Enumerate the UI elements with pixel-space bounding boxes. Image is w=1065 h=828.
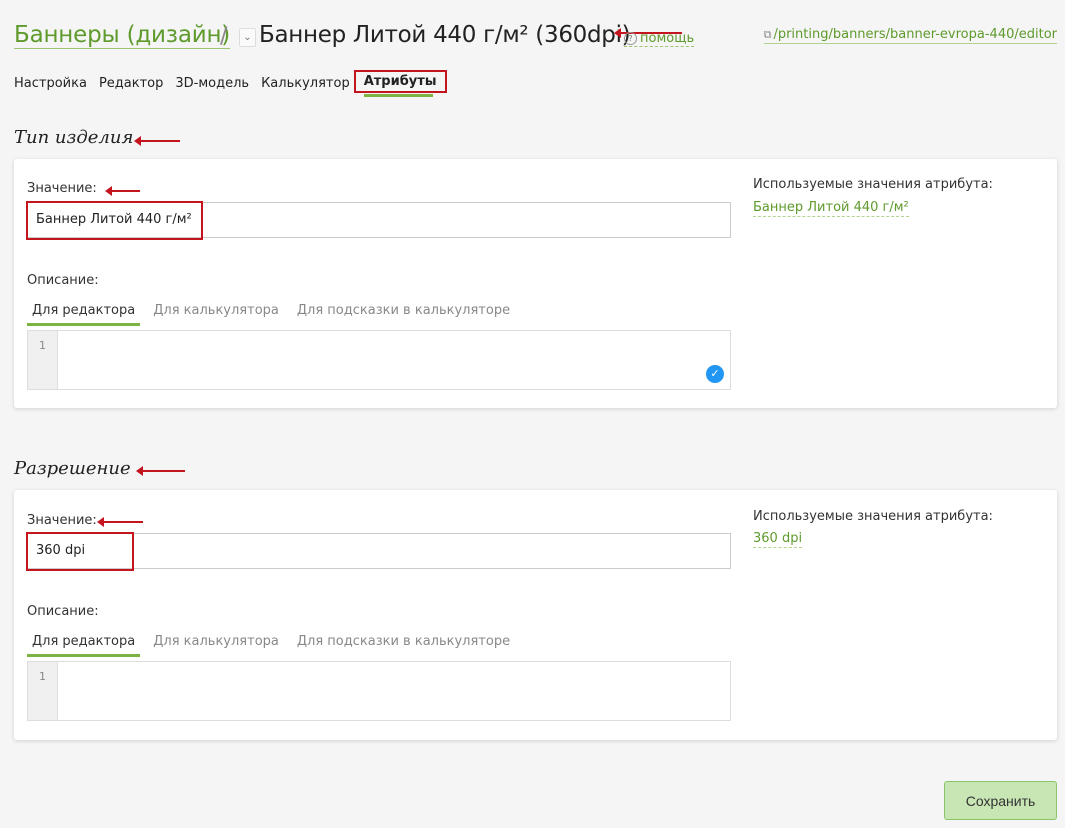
active-tab-underline — [363, 94, 433, 97]
chevron-down-icon[interactable]: ⌄ — [239, 28, 256, 47]
description-editor[interactable]: 1 ✓ — [27, 330, 731, 390]
value-label: Значение: — [27, 513, 97, 528]
used-value-link[interactable]: Баннер Литой 440 г/м² — [753, 200, 909, 217]
external-link-icon: ⧉ — [763, 28, 772, 41]
description-tabs: Для редактора Для калькулятора Для подск… — [27, 303, 523, 326]
line-number-gutter: 1 — [28, 331, 58, 389]
tab-attributes[interactable]: Атрибуты — [353, 70, 447, 97]
description-label: Описание: — [27, 604, 99, 619]
used-values-label: Используемые значения атрибута: — [753, 509, 993, 524]
description-label: Описание: — [27, 273, 99, 288]
desc-tab-calculator-hint[interactable]: Для подсказки в калькуляторе — [292, 303, 515, 326]
used-values-label: Используемые значения атрибута: — [753, 177, 993, 192]
annotation-arrow — [97, 517, 143, 527]
section-title-resolution: Разрешение — [14, 458, 131, 479]
page-title: Баннер Литой 440 г/м² (360dpi) — [259, 22, 631, 48]
main-tabs: Настройка Редактор 3D-модель Калькулятор… — [14, 70, 459, 97]
save-button[interactable]: Сохранить — [944, 781, 1057, 820]
annotation-arrow — [105, 186, 140, 196]
desc-tab-editor[interactable]: Для редактора — [27, 303, 141, 326]
value-input[interactable]: Баннер Литой 440 г/м² — [27, 202, 731, 238]
value-label: Значение: — [27, 181, 97, 196]
value-input[interactable]: 360 dpi — [27, 533, 731, 569]
editor-url-link[interactable]: ⧉/printing/banners/banner-evropa-440/edi… — [763, 27, 1057, 44]
help-label: помощь — [640, 31, 695, 46]
tab-settings[interactable]: Настройка — [14, 74, 87, 93]
breadcrumb-separator: / — [220, 24, 228, 49]
annotation-arrow — [134, 136, 180, 146]
help-link[interactable]: ? помощь — [624, 31, 695, 47]
editor-url-text: /printing/banners/banner-evropa-440/edit… — [773, 27, 1057, 42]
breadcrumb-parent-link[interactable]: Баннеры (дизайн) — [14, 22, 230, 49]
description-editor[interactable]: 1 — [27, 661, 731, 721]
help-icon: ? — [624, 32, 637, 45]
tab-attributes-label: Атрибуты — [363, 74, 437, 89]
desc-tab-calculator[interactable]: Для калькулятора — [148, 634, 284, 657]
line-number-gutter: 1 — [28, 662, 58, 720]
section-title-product-type: Тип изделия — [14, 127, 134, 148]
attribute-card-resolution: Значение: 360 dpi Описание: Для редактор… — [14, 490, 1057, 740]
attribute-card-product-type: Значение: Баннер Литой 440 г/м² Описание… — [14, 159, 1057, 408]
desc-tab-calculator[interactable]: Для калькулятора — [148, 303, 284, 326]
tab-calculator[interactable]: Калькулятор — [261, 74, 350, 93]
tab-3d-model[interactable]: 3D-модель — [175, 74, 249, 93]
annotation-arrow — [136, 466, 185, 476]
desc-tab-calculator-hint[interactable]: Для подсказки в калькуляторе — [292, 634, 515, 657]
used-value-link[interactable]: 360 dpi — [753, 531, 803, 548]
description-tabs: Для редактора Для калькулятора Для подск… — [27, 634, 523, 657]
tab-editor[interactable]: Редактор — [99, 74, 163, 93]
desc-tab-editor[interactable]: Для редактора — [27, 634, 141, 657]
check-icon[interactable]: ✓ — [706, 365, 724, 383]
